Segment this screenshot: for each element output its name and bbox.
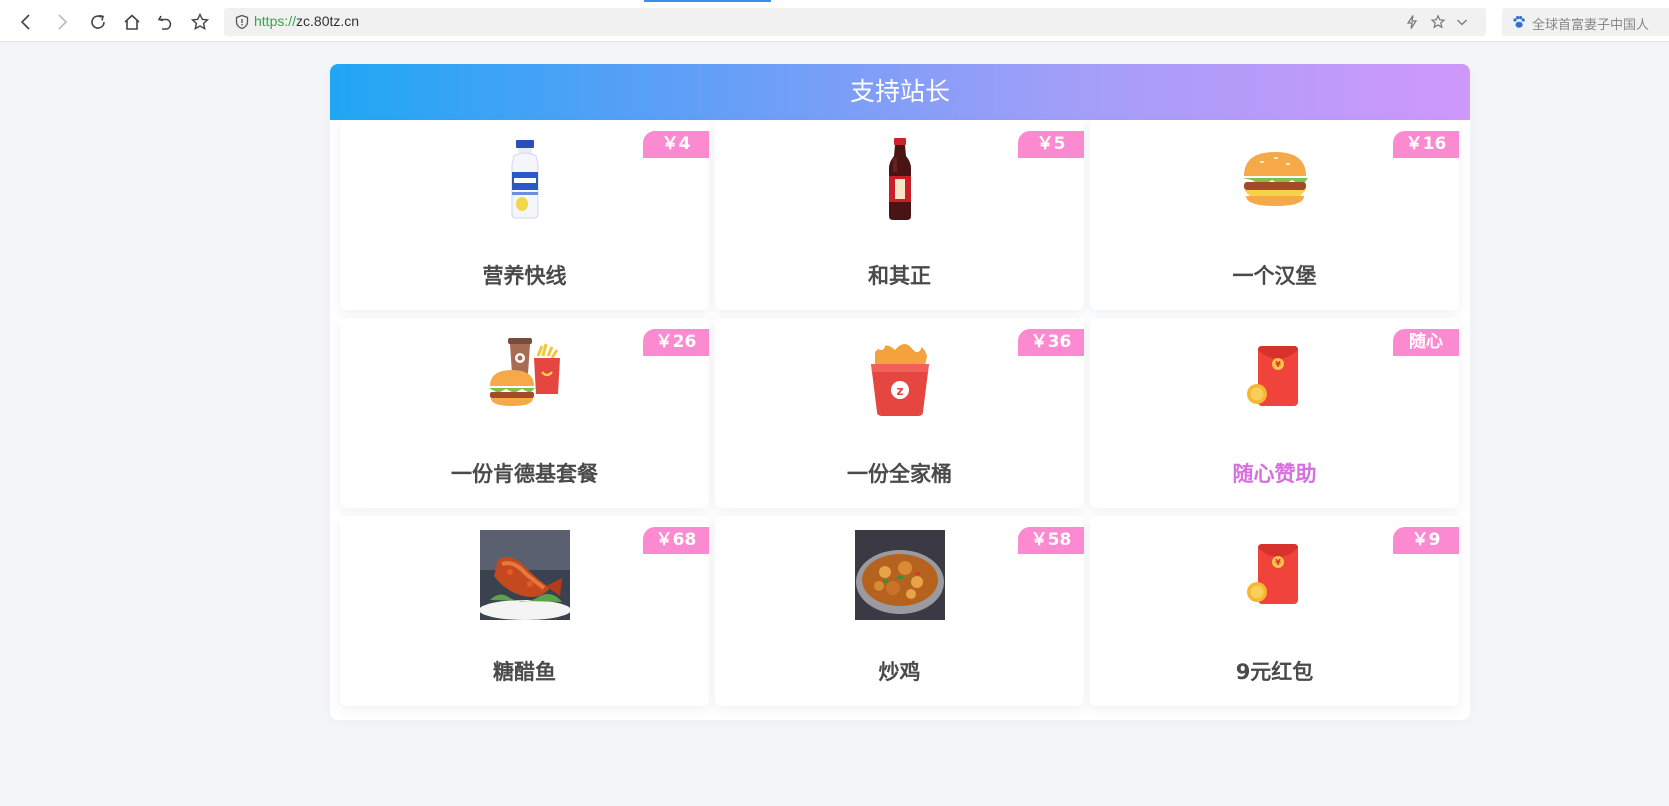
chicken-bucket-icon: z <box>855 332 945 422</box>
item-name: 糖醋鱼 <box>493 660 556 684</box>
sweet-sour-fish-photo <box>479 530 570 620</box>
red-envelope-icon: ¥ <box>1230 332 1320 422</box>
baidu-paw-icon <box>1513 16 1525 28</box>
item-name: 一份全家桶 <box>847 462 952 486</box>
fried-chicken-photo <box>854 530 945 620</box>
svg-text:¥: ¥ <box>1275 558 1281 567</box>
lightning-icon[interactable] <box>1404 14 1420 30</box>
item-name: 炒鸡 <box>878 660 921 684</box>
browser-toolbar: https://zc.80tz.cn 全球首富妻子中国人 <box>0 0 1669 42</box>
milk-bottle-icon <box>480 134 570 224</box>
combo-meal-icon <box>480 332 570 422</box>
item-name: 营养快线 <box>482 264 567 288</box>
donation-card-tea[interactable]: ￥5 和其正 <box>715 120 1084 310</box>
home-icon[interactable] <box>121 11 143 33</box>
security-shield-icon[interactable] <box>234 14 250 30</box>
item-name: 和其正 <box>868 264 931 288</box>
price-badge: ￥68 <box>643 527 709 554</box>
favorite-star-icon[interactable] <box>1430 14 1446 30</box>
support-panel: 支持站长 ￥4 营养快线 ￥5 和其正 ￥16 一个汉堡 ￥26 一份肯德基套餐… <box>330 64 1470 720</box>
search-input[interactable]: 全球首富妻子中国人 <box>1502 8 1669 36</box>
undo-icon[interactable] <box>155 11 177 33</box>
svg-text:¥: ¥ <box>1275 360 1281 369</box>
svg-text:z: z <box>896 384 903 398</box>
donation-card-free-support[interactable]: 随心 ¥ 随心赞助 <box>1090 318 1459 508</box>
price-badge: ￥58 <box>1018 527 1084 554</box>
donation-card-burger[interactable]: ￥16 一个汉堡 <box>1090 120 1459 310</box>
burger-icon <box>1230 134 1320 224</box>
price-badge: ￥5 <box>1018 131 1084 158</box>
donation-card-sweet-sour-fish[interactable]: ￥68 糖醋鱼 <box>340 516 709 706</box>
url-text[interactable]: https://zc.80tz.cn <box>254 13 359 29</box>
item-name: 一个汉堡 <box>1232 264 1317 288</box>
donation-card-kfc-combo[interactable]: ￥26 一份肯德基套餐 <box>340 318 709 508</box>
donation-card-fried-chicken[interactable]: ￥58 炒鸡 <box>715 516 1084 706</box>
active-tab-indicator <box>644 0 771 2</box>
tea-bottle-icon <box>855 134 945 224</box>
price-badge: ￥4 <box>643 131 709 158</box>
price-badge: ￥36 <box>1018 329 1084 356</box>
price-badge: ￥16 <box>1393 131 1459 158</box>
item-name: 随心赞助 <box>1232 462 1317 486</box>
donation-card-family-bucket[interactable]: ￥36 z 一份全家桶 <box>715 318 1084 508</box>
chevron-down-icon[interactable] <box>1454 14 1470 30</box>
donation-card-milk[interactable]: ￥4 营养快线 <box>340 120 709 310</box>
forward-icon[interactable] <box>51 11 73 33</box>
address-bar[interactable]: https://zc.80tz.cn <box>224 8 1486 36</box>
item-name: 一份肯德基套餐 <box>451 462 598 486</box>
back-icon[interactable] <box>15 11 37 33</box>
page-title: 支持站长 <box>849 77 950 106</box>
reload-icon[interactable] <box>87 11 109 33</box>
price-badge: ￥9 <box>1393 527 1459 554</box>
item-name: 9元红包 <box>1235 660 1314 684</box>
search-placeholder: 全球首富妻子中国人 <box>1532 18 1650 33</box>
red-envelope-icon: ¥ <box>1230 530 1320 620</box>
donation-card-9-yuan-red-envelope[interactable]: ￥9 ¥ 9元红包 <box>1090 516 1459 706</box>
price-badge: 随心 <box>1393 329 1459 356</box>
header-banner: 支持站长 <box>330 64 1470 120</box>
bookmark-star-icon[interactable] <box>189 11 211 33</box>
price-badge: ￥26 <box>643 329 709 356</box>
